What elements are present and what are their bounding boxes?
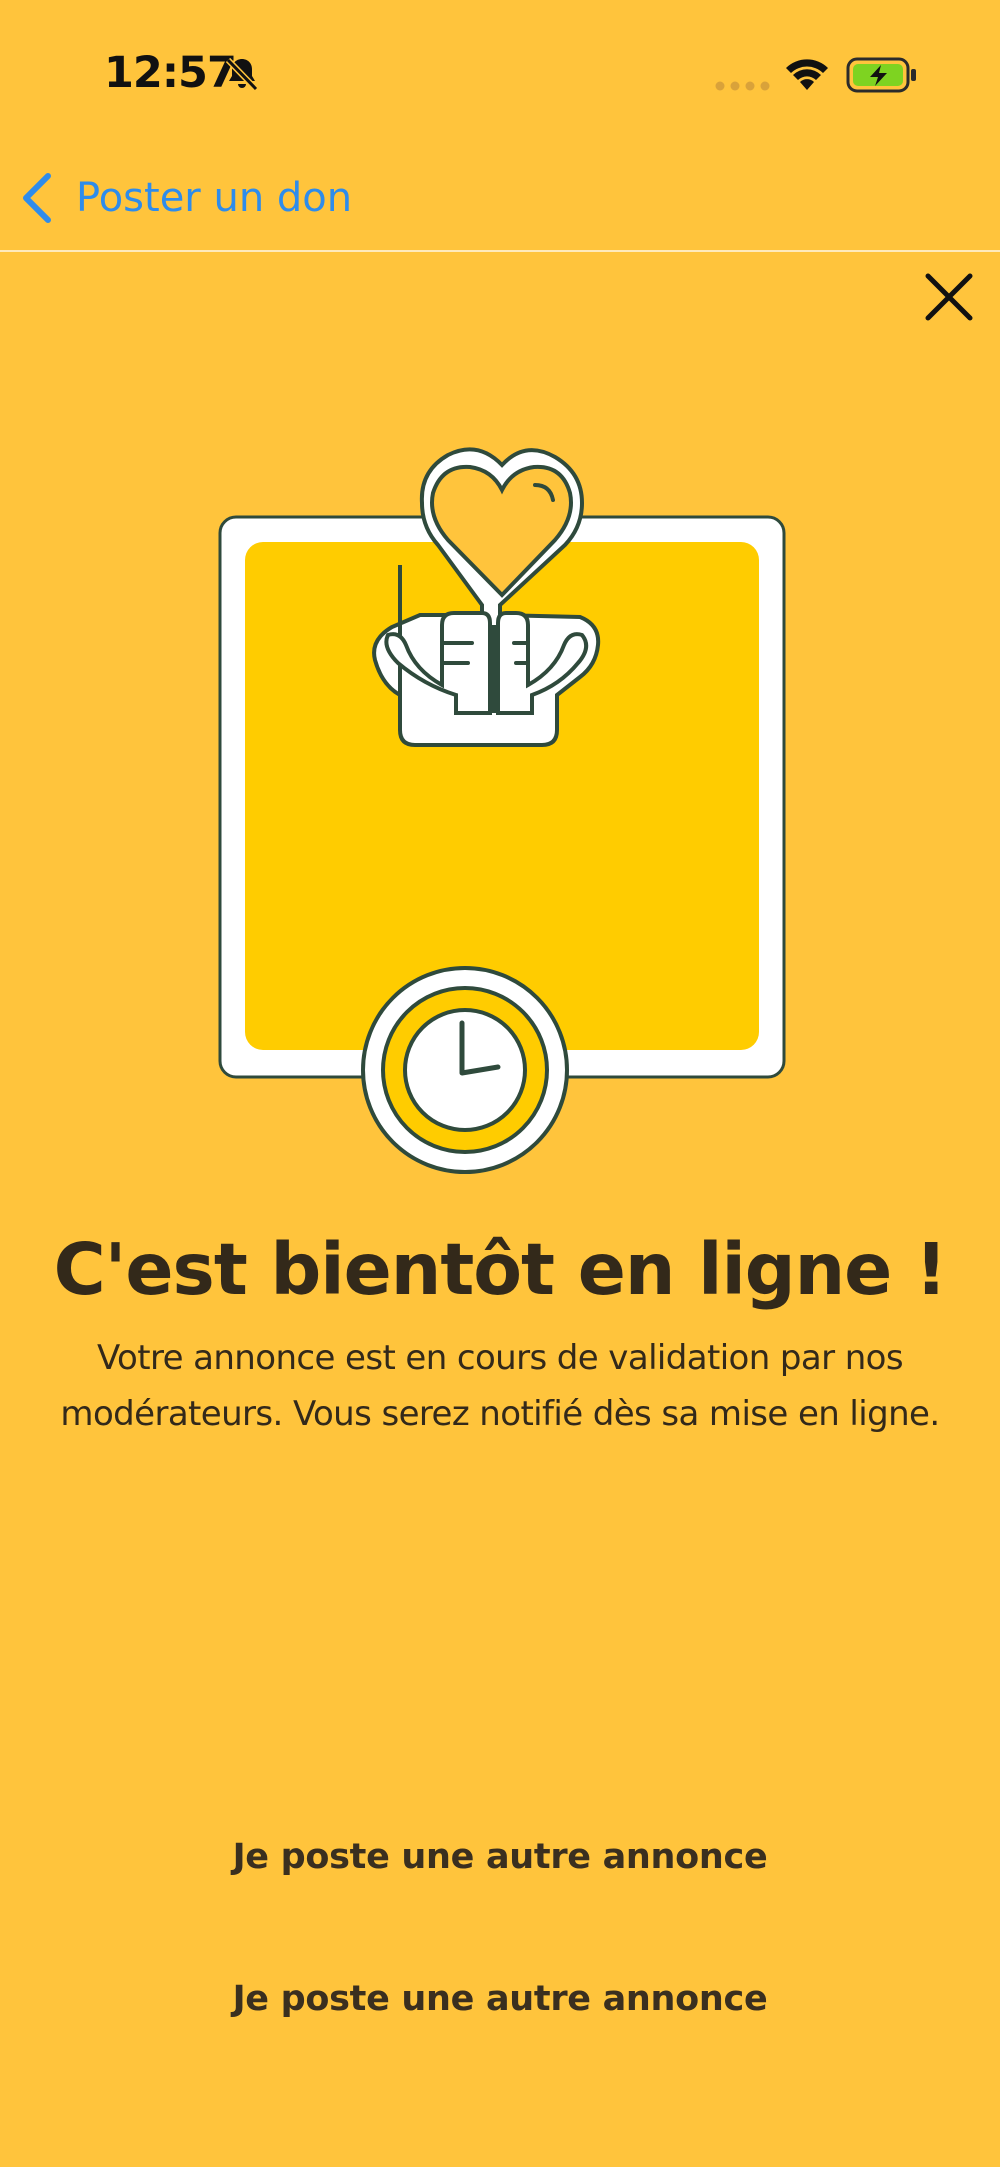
bell-slash-icon	[225, 57, 259, 92]
navigation-bar: Poster un don	[0, 150, 1000, 252]
close-icon[interactable]	[920, 268, 978, 326]
status-bar: 12:57	[0, 0, 1000, 150]
status-time: 12:57	[104, 48, 237, 98]
back-label: Poster un don	[76, 175, 353, 221]
page-title: C'est bientôt en ligne !	[53, 1228, 948, 1311]
status-message-line-2: modérateurs. Vous serez notifié dès sa m…	[60, 1394, 940, 1434]
wifi-icon	[786, 59, 828, 90]
post-another-ad-button-secondary[interactable]: Je poste une autre annonce	[150, 1959, 850, 2039]
post-another-ad-button[interactable]: Je poste une autre annonce	[150, 1817, 850, 1897]
status-message: Votre annonce est en cours de validation…	[0, 1330, 1000, 1442]
status-message-line-1: Votre annonce est en cours de validation…	[97, 1338, 904, 1378]
donation-pending-illustration	[218, 447, 786, 1174]
cellular-signal-icon	[715, 81, 770, 91]
chevron-left-icon	[23, 173, 51, 223]
battery-charging-icon	[846, 57, 916, 93]
back-button[interactable]: Poster un don	[18, 166, 352, 230]
clock-icon	[361, 966, 569, 1174]
